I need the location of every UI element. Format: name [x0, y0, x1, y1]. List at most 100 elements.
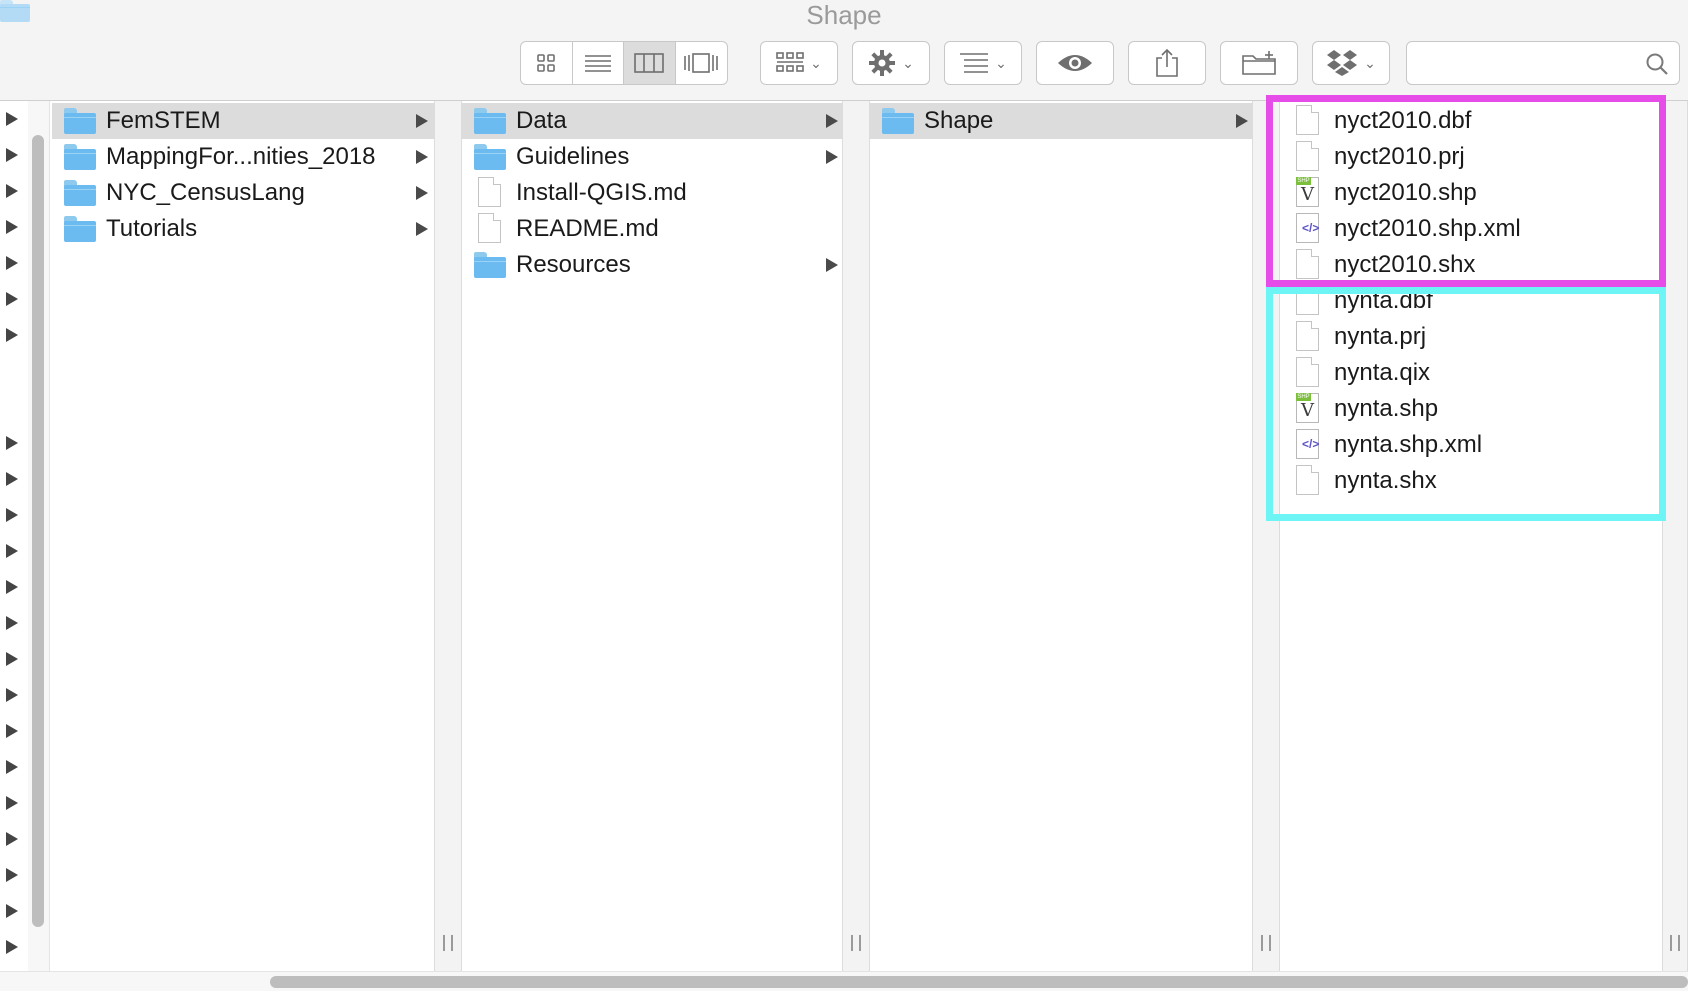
item-label: nyct2010.prj [1334, 143, 1465, 170]
group-by-icon [776, 52, 804, 72]
disclosure-arrow-icon[interactable] [6, 688, 18, 702]
list-item-file[interactable]: Install-QGIS.md [462, 175, 842, 211]
icon-view-icon [537, 54, 556, 72]
vertical-scrollbar-thumb[interactable] [32, 135, 44, 927]
disclosure-arrow-icon[interactable] [6, 292, 18, 306]
column-view-button[interactable] [624, 42, 676, 84]
folder-icon [0, 0, 30, 22]
list-item-folder[interactable]: Guidelines [462, 139, 842, 175]
item-label: Tutorials [106, 215, 198, 242]
list-item-folder[interactable]: Tutorials [52, 211, 434, 247]
disclosure-arrow-icon[interactable] [6, 652, 18, 666]
column-resize-handle[interactable] [1261, 935, 1271, 951]
list-item-file[interactable]: </> nynta.shp.xml [1280, 427, 1660, 463]
list-item-folder[interactable]: Shape [870, 103, 1252, 139]
group-by-button[interactable]: ⌄ [760, 41, 838, 85]
column-divider[interactable] [434, 101, 462, 971]
folder-icon [64, 108, 96, 134]
list-item-file[interactable]: SHP V nynta.shp [1280, 391, 1660, 427]
disclosure-arrow-icon[interactable] [6, 544, 18, 558]
search-field[interactable] [1406, 41, 1680, 85]
disclosure-arrow-icon[interactable] [6, 112, 18, 126]
icon-view-button[interactable] [521, 42, 573, 84]
disclosure-arrow-icon[interactable] [6, 472, 18, 486]
column-resize-handle[interactable] [443, 935, 453, 951]
disclosure-arrow-icon[interactable] [6, 868, 18, 882]
arrange-button[interactable]: ⌄ [944, 41, 1022, 85]
cover-flow-icon [684, 53, 719, 73]
list-item-file[interactable]: README.md [462, 211, 842, 247]
list-item-file[interactable]: SHP V nyct2010.shp [1280, 175, 1660, 211]
list-item-file[interactable]: nynta.shx [1280, 463, 1660, 499]
disclosure-arrow-icon[interactable] [6, 184, 18, 198]
item-label: README.md [516, 215, 659, 242]
gear-icon [869, 50, 896, 76]
column-divider[interactable] [842, 101, 870, 971]
list-item-file[interactable]: nynta.qix [1280, 355, 1660, 391]
column-divider[interactable] [1252, 101, 1280, 971]
folder-icon [64, 180, 96, 206]
list-item-file[interactable]: nynta.prj [1280, 319, 1660, 355]
column-resize-handle[interactable] [851, 935, 861, 951]
item-label: Resources [516, 251, 631, 278]
list-item-file[interactable]: nynta.dbf [1280, 283, 1660, 319]
column-divider[interactable] [1662, 101, 1688, 971]
horizontal-scrollbar-thumb[interactable] [270, 976, 1688, 988]
list-view-button[interactable] [573, 42, 624, 84]
search-input[interactable] [1415, 50, 1625, 76]
disclosure-arrow-icon [416, 186, 428, 200]
cover-flow-button[interactable] [676, 42, 728, 84]
item-label: Data [516, 107, 567, 134]
column-browser: FemSTEM MappingFor...nities_2018 NYC_Cen… [0, 95, 1688, 971]
eye-icon [1058, 55, 1092, 71]
item-label: nynta.shp [1334, 395, 1439, 422]
disclosure-arrow-icon[interactable] [6, 148, 18, 162]
list-item-folder[interactable]: FemSTEM [52, 103, 434, 139]
document-icon [474, 213, 506, 243]
list-item-folder[interactable]: NYC_CensusLang [52, 175, 434, 211]
list-item-folder[interactable]: MappingFor...nities_2018 [52, 139, 434, 175]
item-label: nynta.shx [1334, 467, 1437, 494]
list-item-folder[interactable]: Resources [462, 247, 842, 283]
disclosure-arrow-icon[interactable] [6, 760, 18, 774]
chevron-down-icon: ⌄ [810, 54, 822, 71]
item-label: nyct2010.shp.xml [1334, 215, 1521, 242]
disclosure-arrow-icon[interactable] [6, 724, 18, 738]
disclosure-arrow-icon[interactable] [6, 256, 18, 270]
shapefile-icon: SHP V [1292, 393, 1324, 423]
window-title-text: Shape [806, 0, 882, 30]
disclosure-arrow-icon[interactable] [6, 796, 18, 810]
disclosure-arrow-icon[interactable] [6, 220, 18, 234]
item-label: Install-QGIS.md [516, 179, 687, 206]
disclosure-arrow-icon[interactable] [6, 616, 18, 630]
previous-column-gutter [0, 101, 24, 971]
list-item-file[interactable]: nyct2010.prj [1280, 139, 1660, 175]
dropbox-icon [1327, 50, 1358, 76]
list-item-file[interactable]: nyct2010.dbf [1280, 103, 1660, 139]
item-label: nyct2010.dbf [1334, 107, 1472, 134]
disclosure-arrow-icon[interactable] [6, 904, 18, 918]
horizontal-scrollbar[interactable] [0, 971, 1688, 991]
new-folder-button[interactable] [1220, 41, 1298, 85]
view-mode-control [520, 41, 728, 85]
column-1: FemSTEM MappingFor...nities_2018 NYC_Cen… [52, 101, 434, 971]
xml-file-icon: </> [1292, 429, 1324, 459]
list-item-folder[interactable]: Data [462, 103, 842, 139]
document-icon [1292, 141, 1324, 171]
quick-look-button[interactable] [1036, 41, 1114, 85]
list-item-file[interactable]: </> nyct2010.shp.xml [1280, 211, 1660, 247]
disclosure-arrow-icon [416, 150, 428, 164]
disclosure-arrow-icon[interactable] [6, 832, 18, 846]
search-icon[interactable] [1645, 52, 1669, 76]
share-button[interactable] [1128, 41, 1206, 85]
disclosure-arrow-icon[interactable] [6, 328, 18, 342]
disclosure-arrow-icon[interactable] [6, 436, 18, 450]
disclosure-arrow-icon[interactable] [6, 580, 18, 594]
chevron-down-icon: ⌄ [995, 54, 1007, 71]
disclosure-arrow-icon[interactable] [6, 940, 18, 954]
list-item-file[interactable]: nyct2010.shx [1280, 247, 1660, 283]
disclosure-arrow-icon[interactable] [6, 508, 18, 522]
action-button[interactable]: ⌄ [852, 41, 930, 85]
dropbox-button[interactable]: ⌄ [1312, 41, 1390, 85]
column-resize-handle[interactable] [1670, 935, 1680, 951]
